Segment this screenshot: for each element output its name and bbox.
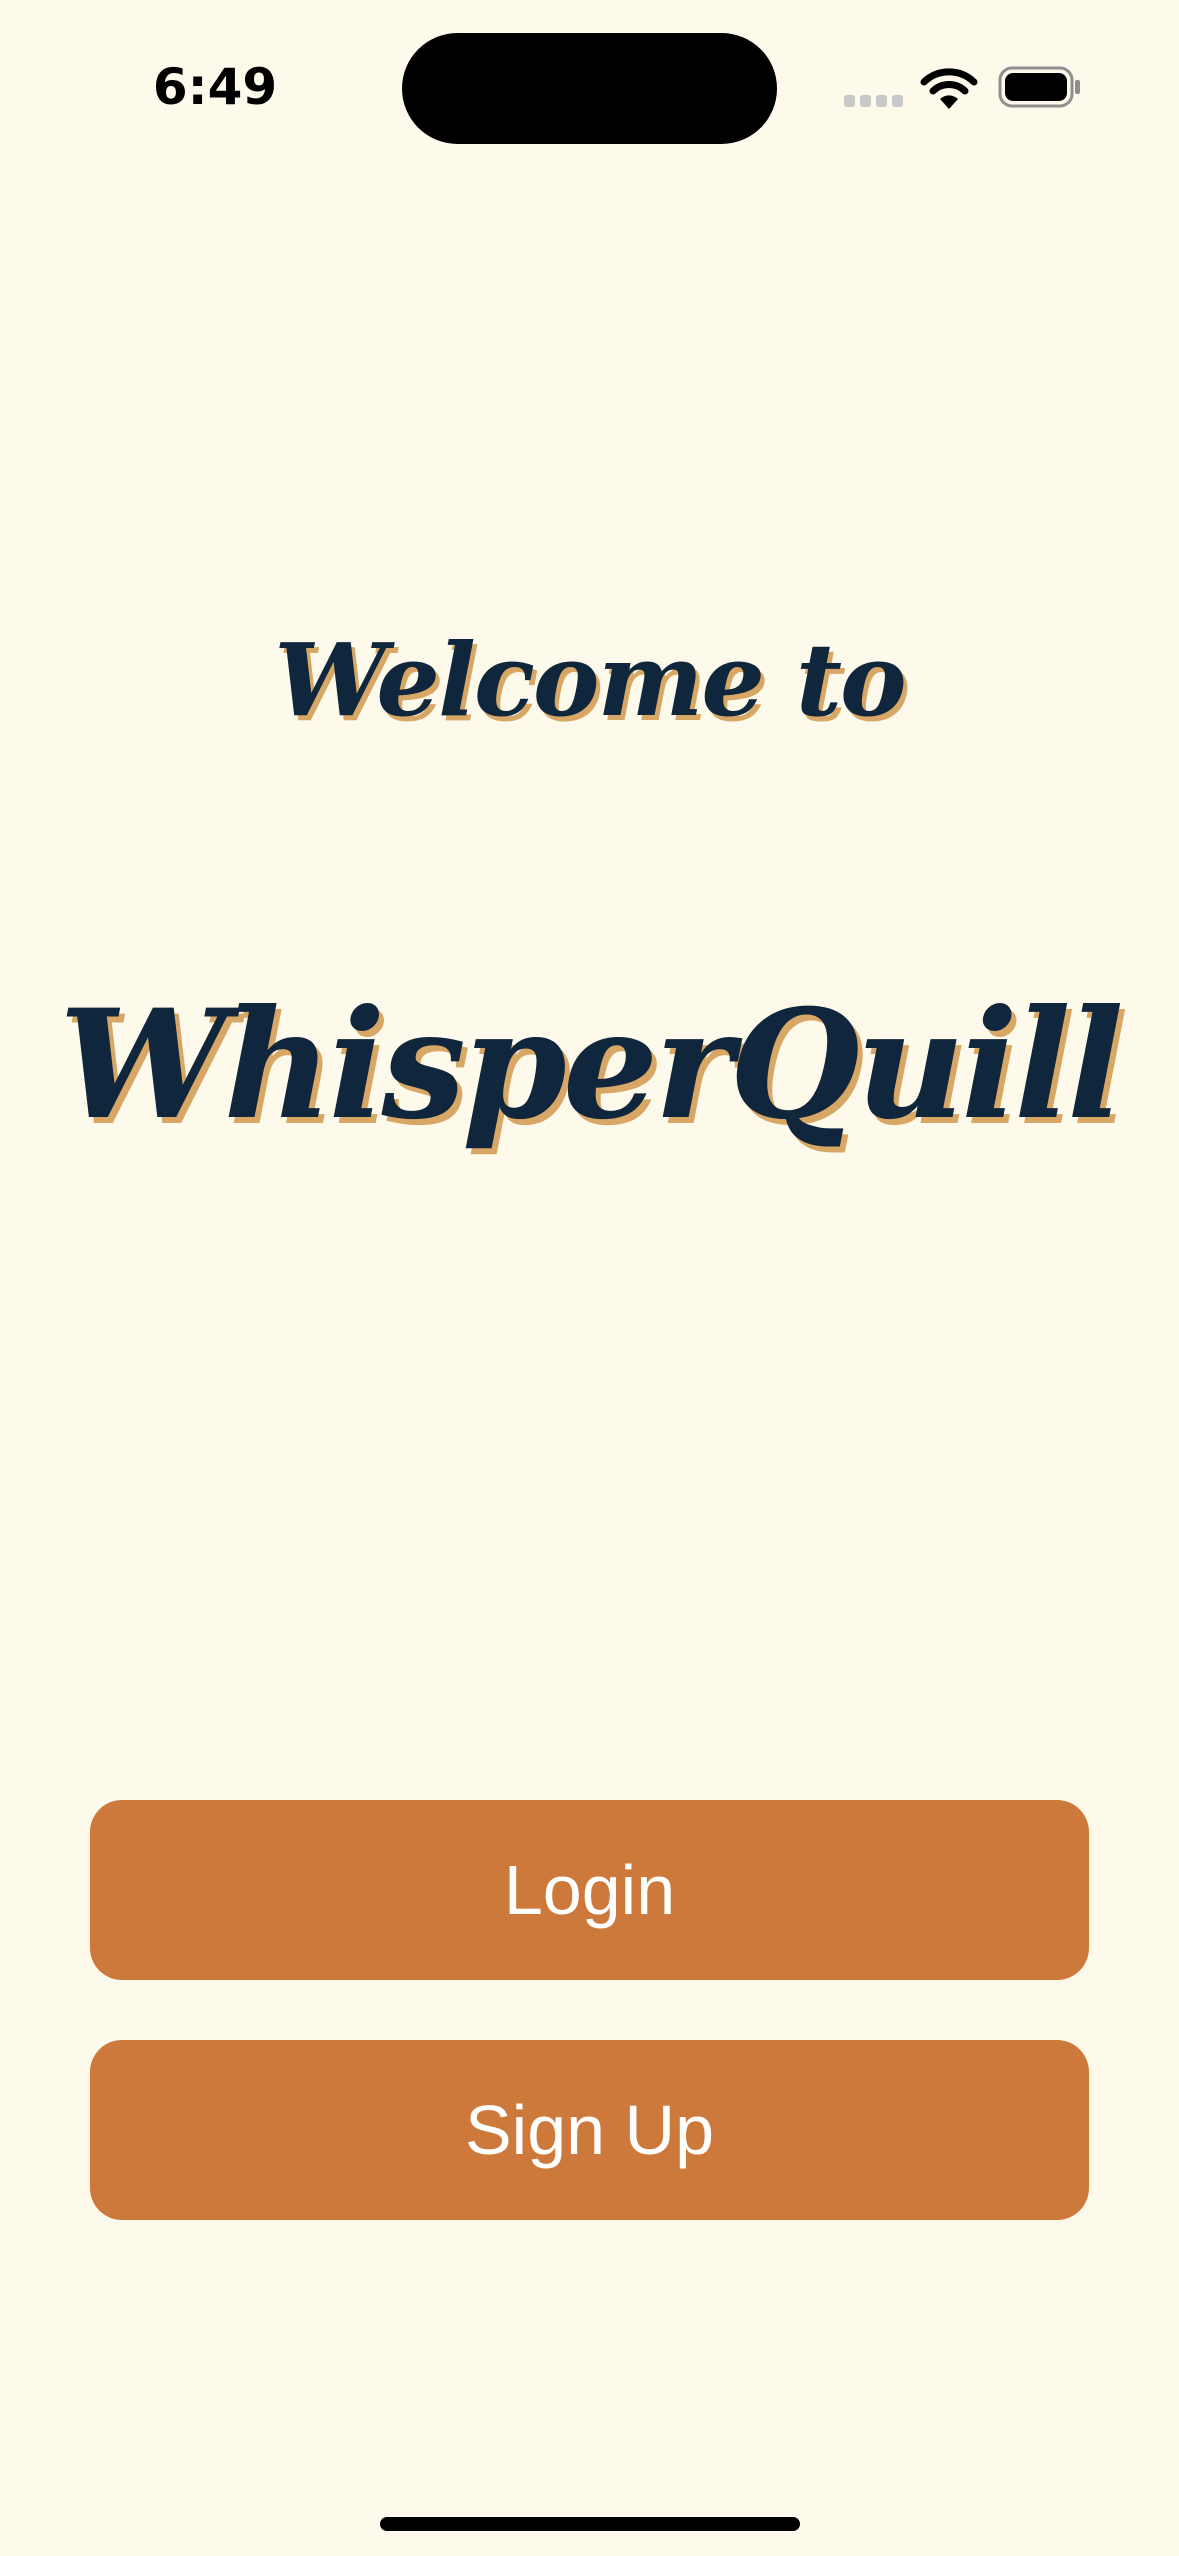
battery-icon bbox=[998, 66, 1080, 108]
welcome-screen: 6:49 Welcome to WhisperQuill Login Sign … bbox=[0, 0, 1179, 2556]
welcome-heading: Welcome to bbox=[274, 621, 907, 739]
dynamic-island bbox=[402, 33, 777, 144]
cellular-signal-icon bbox=[844, 95, 904, 107]
home-indicator[interactable] bbox=[380, 2517, 800, 2531]
status-time: 6:49 bbox=[152, 58, 278, 116]
login-button[interactable]: Login bbox=[90, 1800, 1089, 1980]
wifi-icon bbox=[920, 68, 978, 109]
sign-up-button[interactable]: Sign Up bbox=[90, 2040, 1089, 2220]
app-name-title: WhisperQuill bbox=[59, 977, 1124, 1153]
